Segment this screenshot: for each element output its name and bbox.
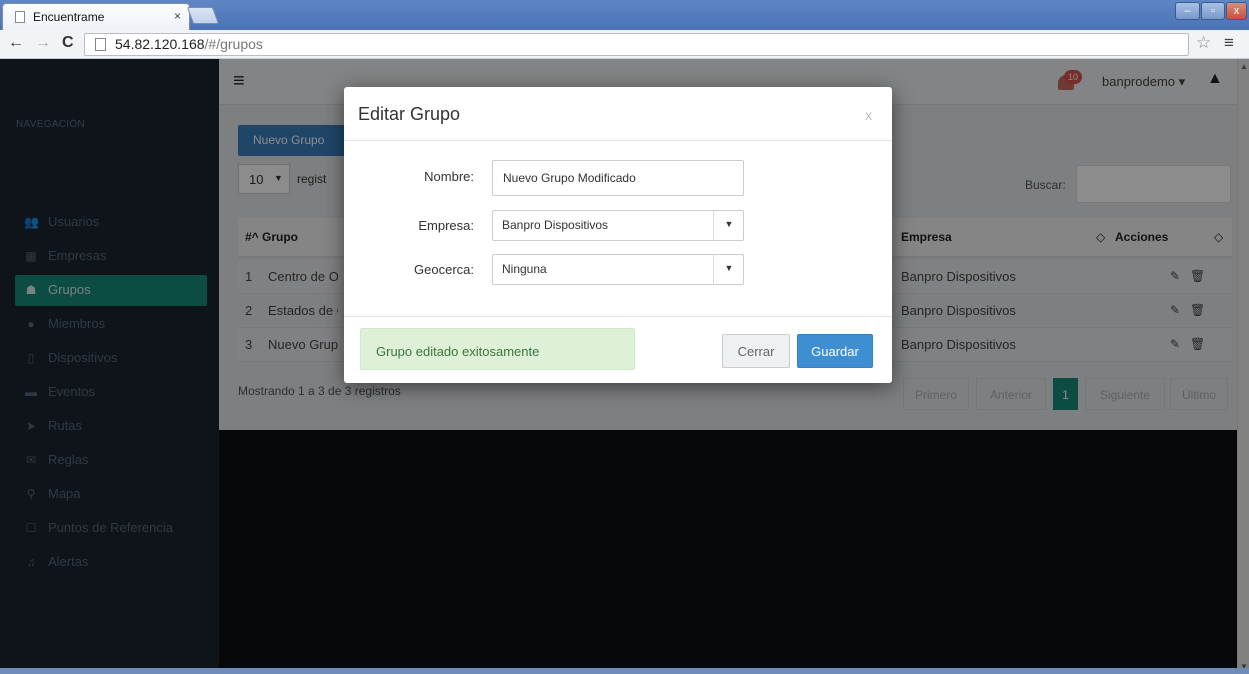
browser-menu-icon[interactable]: ≡ <box>1224 33 1234 53</box>
tab-close-icon[interactable]: × <box>174 9 181 23</box>
taskbar <box>0 668 1249 674</box>
empresa-label: Empresa: <box>418 218 474 233</box>
nombre-label: Nombre: <box>424 169 474 184</box>
guardar-button[interactable]: Guardar <box>797 334 873 368</box>
browser-titlebar: Encuentrame × – ▫ x <box>0 0 1249 30</box>
address-bar[interactable]: 54.82.120.168/#/grupos <box>84 33 1189 56</box>
modal-title: Editar Grupo <box>358 104 461 124</box>
window-close-button[interactable]: x <box>1226 2 1247 20</box>
edit-group-modal: Editar Grupo x Nombre: Nuevo Grupo Modif… <box>344 87 892 383</box>
url-path: /#/grupos <box>204 36 263 52</box>
chevron-down-icon: ▼ <box>713 255 744 284</box>
tab-title: Encuentrame <box>33 10 105 24</box>
page-icon <box>15 11 25 23</box>
chevron-down-icon: ▼ <box>713 211 744 240</box>
new-tab-button[interactable] <box>186 7 220 24</box>
empresa-select[interactable]: Banpro Dispositivos ▼ <box>492 210 744 241</box>
window-maximize-button[interactable]: ▫ <box>1201 2 1225 20</box>
nombre-input[interactable]: Nuevo Grupo Modificado <box>492 160 744 196</box>
back-icon[interactable]: ← <box>8 34 24 52</box>
forward-icon[interactable]: → <box>35 34 51 52</box>
modal-header: Editar Grupo x <box>344 87 892 141</box>
geocerca-label: Geocerca: <box>414 262 474 277</box>
modal-footer-divider <box>344 316 892 317</box>
browser-tab[interactable]: Encuentrame × <box>2 3 190 30</box>
cerrar-button[interactable]: Cerrar <box>722 334 790 368</box>
reload-icon[interactable]: C <box>62 34 74 52</box>
geocerca-value: Ninguna <box>502 262 547 276</box>
url-host: 54.82.120.168 <box>115 36 205 52</box>
bookmark-star-icon[interactable]: ☆ <box>1196 33 1211 53</box>
close-icon[interactable]: x <box>865 107 872 123</box>
empresa-value: Banpro Dispositivos <box>502 218 609 232</box>
browser-toolbar: ← → C 54.82.120.168/#/grupos ☆ ≡ <box>0 30 1249 59</box>
document-icon <box>95 38 106 51</box>
success-alert: Grupo editado exitosamente <box>360 328 635 370</box>
window-minimize-button[interactable]: – <box>1175 2 1200 20</box>
geocerca-select[interactable]: Ninguna ▼ <box>492 254 744 285</box>
